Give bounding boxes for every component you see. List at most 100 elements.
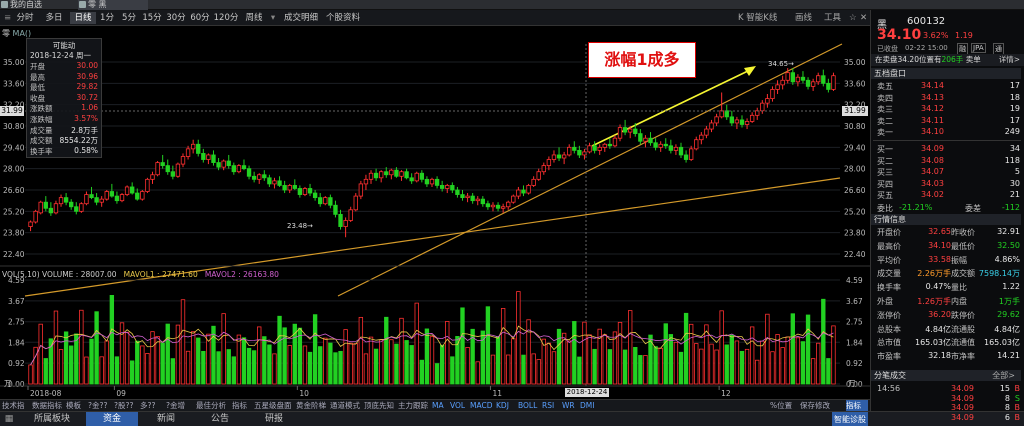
candle-body: [658, 143, 663, 148]
detail-link[interactable]: 详情>: [999, 54, 1020, 66]
period-duori[interactable]: 多日: [40, 12, 68, 24]
watchlist-icon: [1, 1, 8, 8]
volume-bar: [694, 343, 699, 385]
period-5min[interactable]: 5分: [119, 12, 139, 24]
grid-icon[interactable]: ▦: [0, 412, 18, 426]
volume-bar: [389, 339, 394, 385]
nav-research[interactable]: 研报: [248, 412, 300, 426]
volume-bar: [475, 361, 480, 385]
period-fenshi[interactable]: 分时: [12, 12, 38, 24]
volume-bar: [404, 340, 409, 385]
trade-detail-button[interactable]: 成交明细: [281, 12, 321, 24]
candle-body: [678, 146, 684, 156]
stock-code: 600132: [907, 16, 946, 27]
tick-cell: B: [1014, 412, 1021, 422]
quote-value: 34.10: [928, 240, 951, 250]
book-level-label: 买五: [877, 191, 893, 200]
candle-body: [287, 185, 292, 191]
candle-body: [338, 213, 343, 227]
quote-panel: 黑 600132 34.10 3.62% 1.19 已收盘 02-22 15:0…: [870, 10, 1024, 422]
period-60min[interactable]: 60分: [189, 12, 211, 24]
volume-bar: [414, 302, 419, 385]
candle-body: [541, 165, 546, 173]
candle-body: [399, 171, 404, 177]
candle-body: [196, 143, 201, 154]
weicha-label: 委差: [965, 204, 981, 213]
quote-info-title: 行情信息: [871, 214, 1021, 225]
candle-body: [445, 185, 450, 189]
vol-unit-right: 万: [848, 379, 856, 388]
period-15min[interactable]: 15分: [141, 12, 163, 24]
stock-profile-button[interactable]: 个股资料: [323, 12, 363, 24]
candle-body: [43, 201, 48, 209]
tools-button[interactable]: 工具: [824, 12, 846, 24]
bottom-nav: ▦ 所属板块 资金 新闻 公告 研报 智能诊股: [0, 411, 1024, 426]
period-1min[interactable]: 1分: [97, 12, 117, 24]
chevron-down-icon[interactable]: ▾: [268, 12, 278, 24]
change-amount: 1.19: [955, 31, 973, 40]
volume-bar: [658, 347, 663, 385]
candle-body: [109, 191, 115, 197]
price-tick-left: 33.60: [3, 79, 25, 88]
close-icon[interactable]: ✕: [860, 12, 868, 24]
period-120min[interactable]: 120分: [213, 12, 239, 24]
candle-body: [607, 143, 613, 147]
candle-body: [129, 186, 135, 194]
volume-bar: [678, 351, 684, 385]
volume-bar: [43, 358, 48, 385]
candle-body: [694, 139, 699, 150]
volume-bar: [328, 342, 333, 385]
volume-bar: [831, 325, 836, 385]
kline-chart-panel[interactable]: 35.0033.6032.2030.8029.4028.0026.6025.20…: [0, 26, 961, 410]
mavol2-value: MAVOL2 : 26163.80: [204, 270, 279, 279]
star-icon[interactable]: ☆: [849, 12, 857, 24]
indicator-bar: 技术指标数据指标模板?金???股??多??金?金增开最佳分析指标五星级盘面黄金阶…: [0, 399, 870, 422]
candle-body: [506, 201, 511, 208]
draw-line-button[interactable]: 画线: [795, 12, 819, 24]
candle-body: [348, 209, 353, 221]
volume-bar: [150, 331, 155, 385]
nav-sector[interactable]: 所属板块: [20, 412, 84, 426]
candle-body: [414, 172, 419, 182]
volume-bar: [384, 316, 389, 385]
volume-bar: [104, 340, 109, 385]
volume-tick-right: 2.75: [846, 318, 863, 327]
price-tick-left: 29.40: [3, 143, 25, 152]
large-order-alert[interactable]: 在卖盘34.20位置有206手 卖单 详情>: [871, 54, 1024, 66]
price-tick-right: 30.80: [844, 122, 866, 131]
quote-label: 换手率: [877, 283, 901, 293]
smart-diagnosis-button[interactable]: 智能诊股: [832, 412, 868, 426]
candle-body: [389, 169, 394, 176]
volume-bar: [821, 298, 826, 385]
popup-date: 2018-12-24 周一: [30, 51, 91, 60]
candle-body: [587, 145, 592, 153]
nav-announcement[interactable]: 公告: [194, 412, 246, 426]
volume-bar: [353, 343, 358, 385]
candle-body: [810, 81, 816, 87]
nav-capital[interactable]: 资金: [86, 412, 138, 426]
candle-body: [135, 192, 140, 200]
smart-kline-button[interactable]: K 智能K线: [738, 12, 790, 24]
period-rixian[interactable]: 日线: [70, 12, 96, 24]
ticks-all-link[interactable]: 全部>: [992, 370, 1015, 381]
period-weekly[interactable]: 周线: [241, 12, 267, 24]
volume-tick-left: 0.92: [8, 359, 25, 368]
volume-bar: [221, 313, 226, 385]
price-tick-right: 29.40: [844, 143, 866, 152]
document-icon: [79, 1, 86, 8]
volume-bar: [109, 295, 115, 385]
candle-body: [282, 185, 287, 191]
price-grid: [25, 61, 840, 255]
candle-body: [805, 79, 811, 87]
candle-body: [709, 122, 714, 130]
candle-body: [790, 72, 795, 83]
volume-bar: [409, 345, 414, 385]
menu-icon[interactable]: ≡: [4, 12, 11, 24]
nav-news[interactable]: 新闻: [140, 412, 192, 426]
book-level-price: 34.12: [921, 104, 944, 113]
tab-stock[interactable]: 零 黑: [78, 0, 148, 10]
kline-chart[interactable]: 35.0033.6032.2030.8029.4028.0026.6025.20…: [0, 26, 961, 410]
tab-my-watchlist[interactable]: 我的自选: [0, 0, 70, 10]
period-30min[interactable]: 30分: [165, 12, 187, 24]
candle-body: [490, 204, 496, 208]
